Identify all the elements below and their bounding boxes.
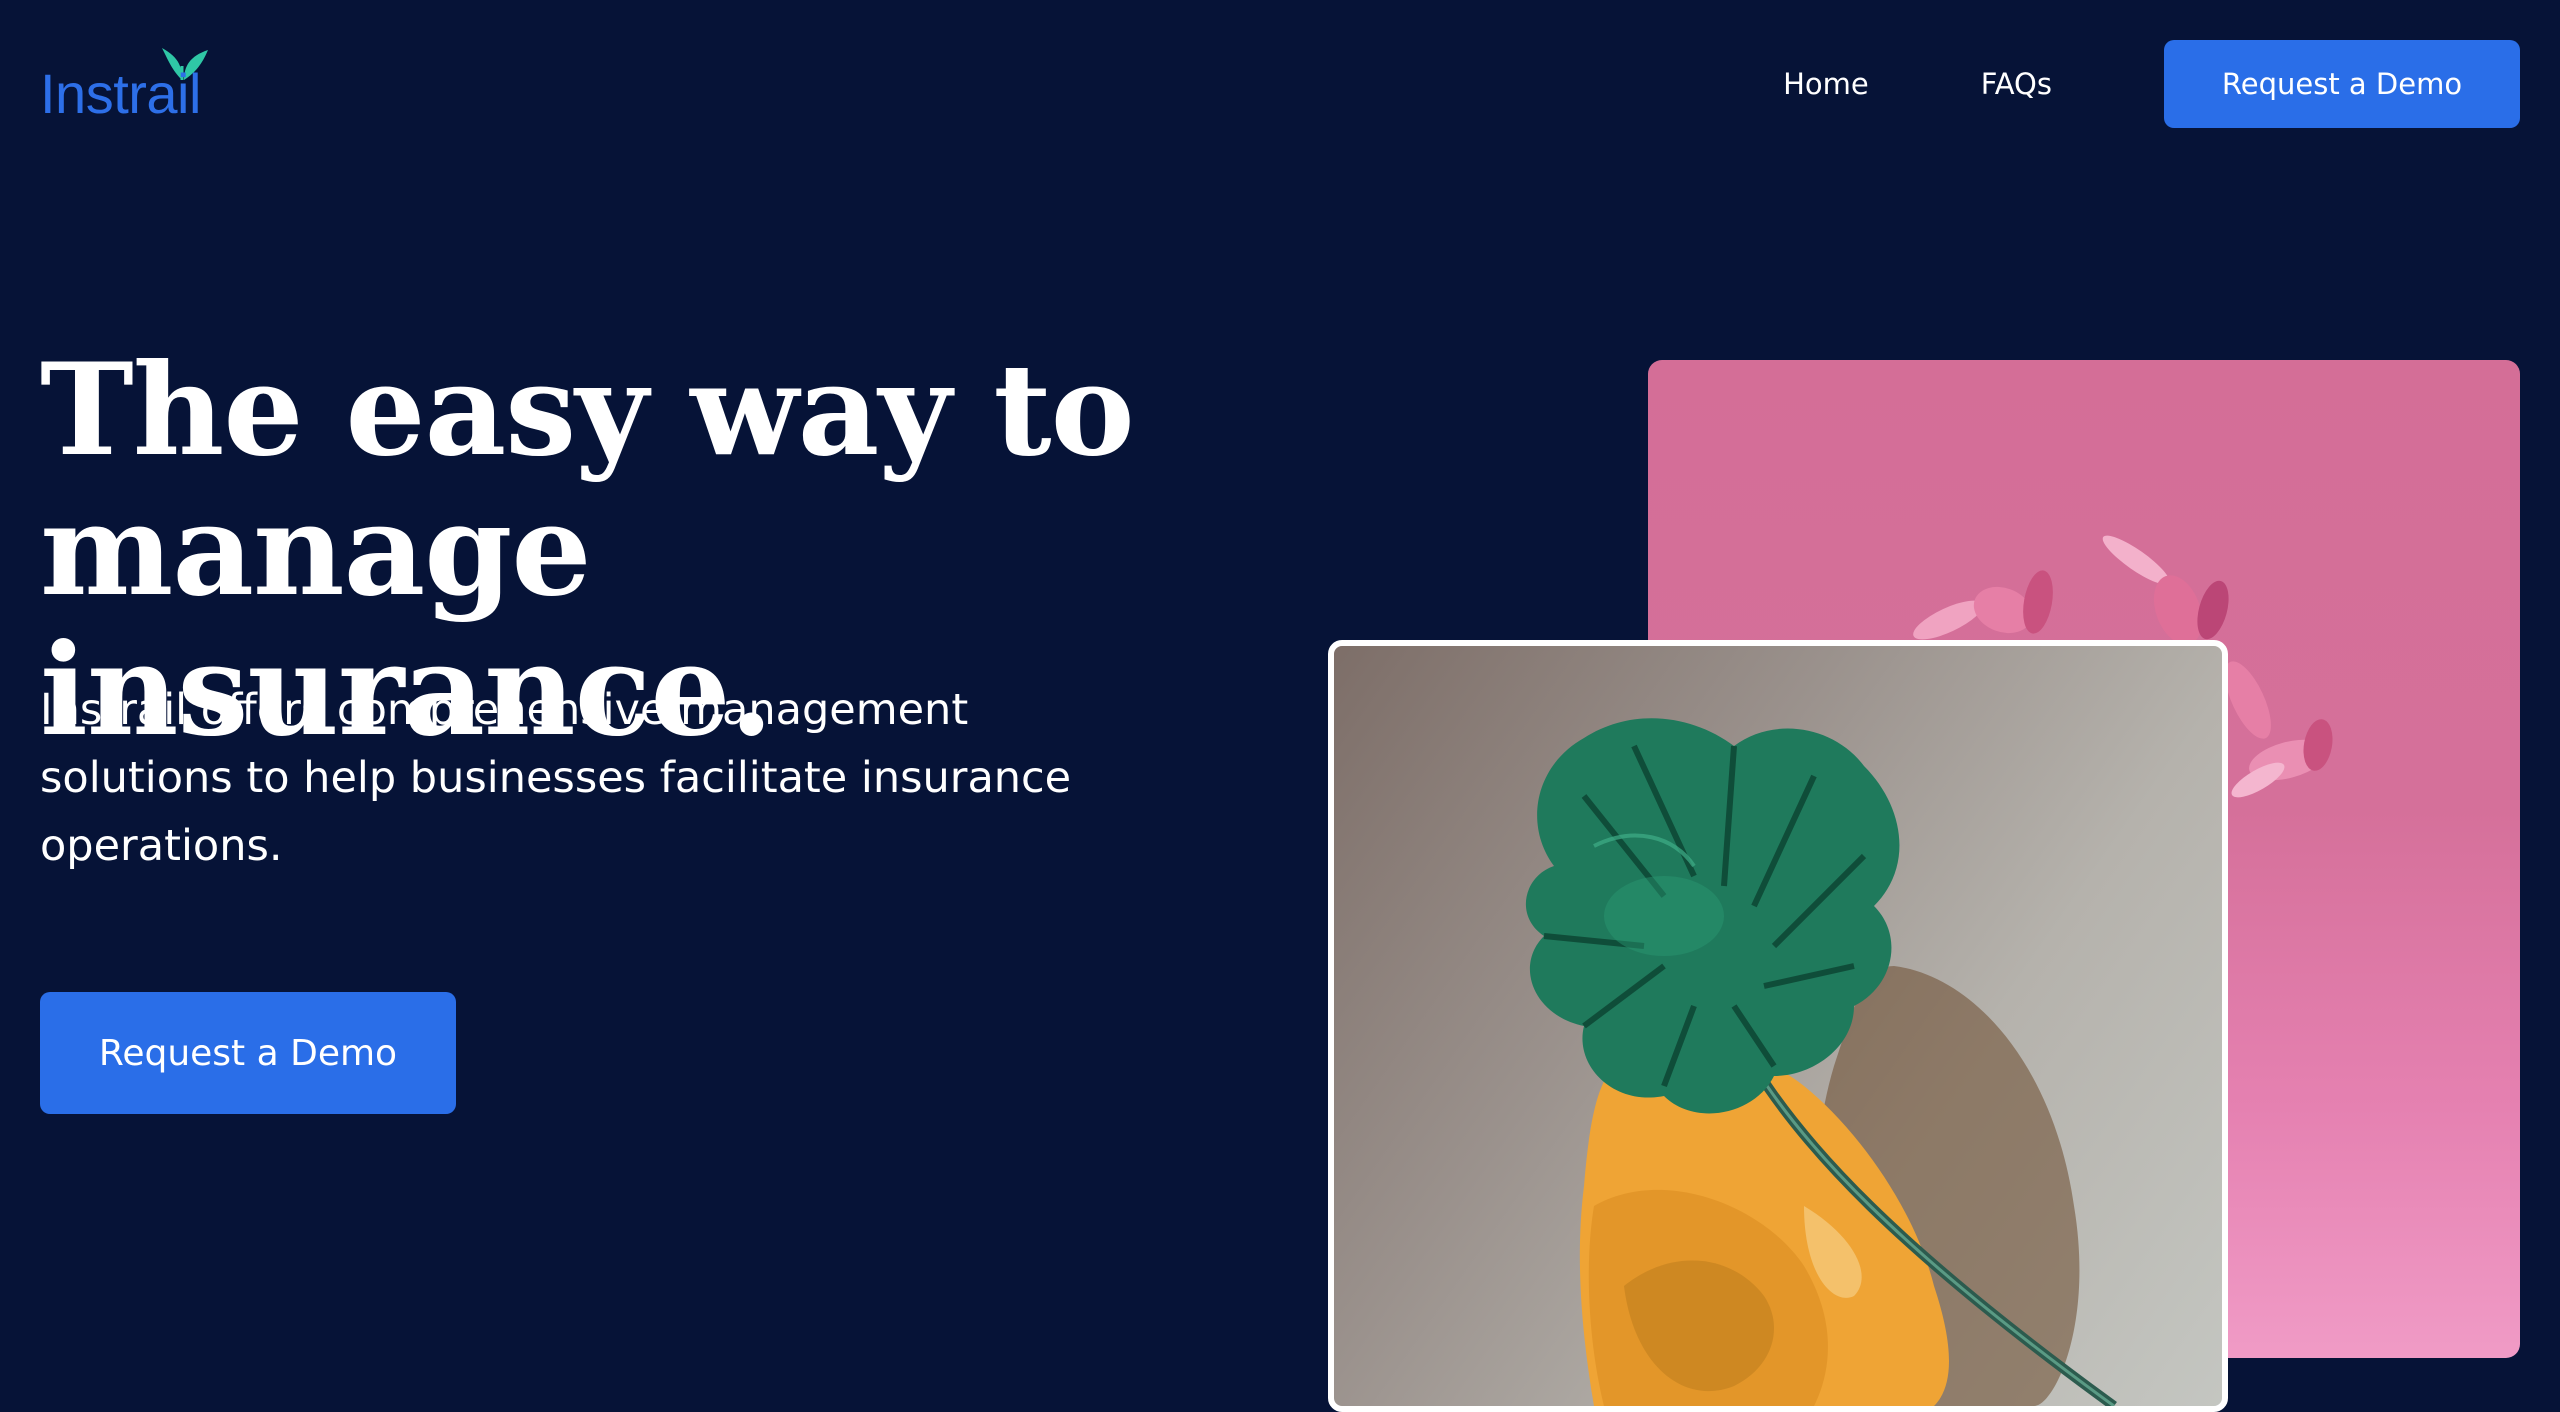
hero-subtitle: Instrail offers comprehensive management…	[40, 685, 1072, 871]
monstera-leaf-image	[1328, 640, 2228, 1412]
header-request-demo-button[interactable]: Request a Demo	[2164, 40, 2520, 128]
monstera-leaf-on-yellow-chair-photo-icon	[1525, 718, 2117, 1406]
hero-request-demo-button[interactable]: Request a Demo	[40, 992, 456, 1114]
brand-name: Instrail	[40, 62, 201, 125]
brand-logo[interactable]: Instrail	[40, 38, 220, 128]
nav-home-link[interactable]: Home	[1783, 67, 1869, 101]
nav-faqs-link[interactable]: FAQs	[1981, 67, 2052, 101]
top-navigation: Home FAQs Request a Demo	[1783, 40, 2520, 128]
